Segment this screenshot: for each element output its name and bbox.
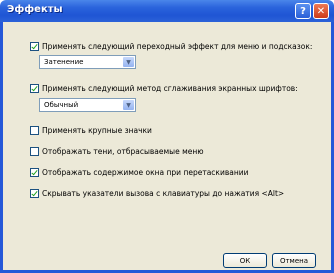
font-smoothing-value: Обычный xyxy=(44,101,79,109)
chevron-down-icon[interactable]: ▼ xyxy=(123,57,134,67)
help-button[interactable]: ? xyxy=(295,3,311,19)
window-title: Эффекты xyxy=(7,4,63,15)
hide-keyboard-cues-checkbox[interactable] xyxy=(30,189,39,198)
transition-effect-select[interactable]: Затенение ▼ xyxy=(39,55,136,69)
option-show-window-contents[interactable]: Отображать содержимое окна при перетаски… xyxy=(30,168,249,177)
title-bar[interactable]: Эффекты ? ✕ xyxy=(0,0,334,22)
transition-effect-checkbox[interactable] xyxy=(30,42,39,51)
large-icons-label: Применять крупные значки xyxy=(42,126,152,135)
effects-dialog: Эффекты ? ✕ Применять следующий переходн… xyxy=(0,0,334,273)
close-button[interactable]: ✕ xyxy=(313,3,329,19)
cancel-button[interactable]: Отмена xyxy=(272,253,316,268)
ok-button[interactable]: ОК xyxy=(223,253,267,268)
option-large-icons[interactable]: Применять крупные значки xyxy=(30,126,152,135)
chevron-down-icon[interactable]: ▼ xyxy=(123,100,134,110)
menu-shadows-label: Отображать тени, отбрасываемые меню xyxy=(42,147,204,156)
font-smoothing-select[interactable]: Обычный ▼ xyxy=(39,98,136,112)
show-window-contents-checkbox[interactable] xyxy=(30,168,39,177)
option-font-smoothing[interactable]: Применять следующий метод сглаживания эк… xyxy=(30,84,298,93)
menu-shadows-checkbox[interactable] xyxy=(30,147,39,156)
dialog-body: Применять следующий переходный эффект дл… xyxy=(3,22,331,270)
transition-effect-label: Применять следующий переходный эффект дл… xyxy=(42,42,313,51)
option-menu-shadows[interactable]: Отображать тени, отбрасываемые меню xyxy=(30,147,204,156)
transition-effect-value: Затенение xyxy=(44,58,84,66)
hide-keyboard-cues-label: Скрывать указатели вызова с клавиатуры д… xyxy=(42,189,285,198)
option-transition-effect[interactable]: Применять следующий переходный эффект дл… xyxy=(30,42,312,51)
font-smoothing-label: Применять следующий метод сглаживания эк… xyxy=(42,84,298,93)
show-window-contents-label: Отображать содержимое окна при перетаски… xyxy=(42,168,249,177)
large-icons-checkbox[interactable] xyxy=(30,126,39,135)
option-hide-keyboard-cues[interactable]: Скрывать указатели вызова с клавиатуры д… xyxy=(30,189,284,198)
font-smoothing-checkbox[interactable] xyxy=(30,84,39,93)
